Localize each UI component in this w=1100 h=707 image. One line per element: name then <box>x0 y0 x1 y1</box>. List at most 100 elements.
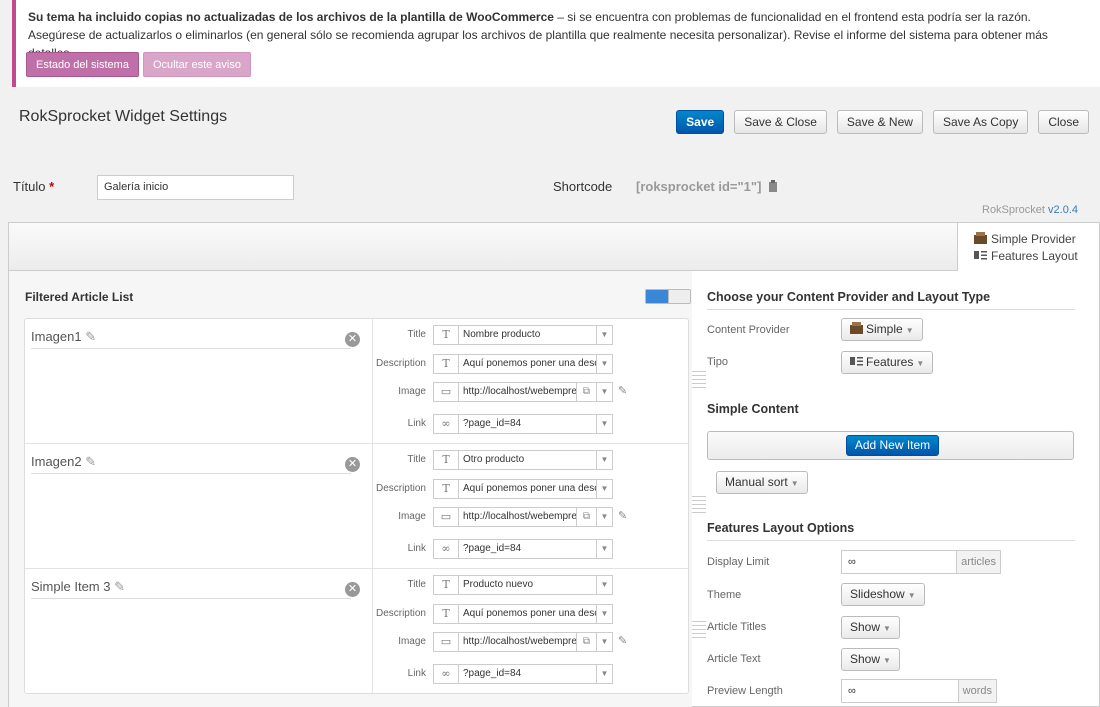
simple-provider-icon <box>974 232 987 244</box>
tipo-label: Tipo <box>707 356 728 368</box>
image-input[interactable]: ▭ http://localhost/webempres ⧉ ▼ <box>433 507 613 527</box>
link-input[interactable]: ∞ ?page_id=84 ▼ <box>433 664 613 684</box>
description-field: Description T Aquí ponemos poner una desc ▼ <box>373 479 683 499</box>
description-value[interactable]: Aquí ponemos poner una desc <box>459 605 596 623</box>
hide-notice-button[interactable]: Ocultar este aviso <box>142 52 251 77</box>
provider-summary: Simple Provider Features Layout <box>957 223 1099 271</box>
chevron-down-icon[interactable]: ▼ <box>596 355 612 373</box>
system-status-button[interactable]: Estado del sistema <box>26 52 139 77</box>
article-titles-select[interactable]: Show ▼ <box>841 616 900 639</box>
image-value[interactable]: http://localhost/webempres <box>459 508 576 526</box>
link-input[interactable]: ∞ ?page_id=84 ▼ <box>433 539 613 559</box>
description-input[interactable]: T Aquí ponemos poner una desc ▼ <box>433 604 613 624</box>
close-button[interactable]: Close <box>1038 110 1089 134</box>
item-name[interactable]: Imagen1 ✎ <box>31 329 96 345</box>
view-toggle-active[interactable] <box>646 290 669 303</box>
link-value[interactable]: ?page_id=84 <box>459 415 596 433</box>
chevron-down-icon[interactable]: ▼ <box>596 326 612 344</box>
pencil-icon[interactable]: ✎ <box>85 329 96 344</box>
title-input[interactable]: T Nombre producto ▼ <box>433 325 613 345</box>
title-value[interactable]: Otro producto <box>459 451 596 469</box>
settings-panel: Simple Provider Features Layout Filtered… <box>8 222 1100 707</box>
article-items: Imagen1 ✎ ✕ Title T Nombre producto ▼ Descr… <box>24 318 706 694</box>
edit-icon[interactable]: ✎ <box>618 384 627 397</box>
shortcode-text: [roksprocket id="1"] <box>636 179 762 194</box>
title-value[interactable]: Nombre producto <box>459 326 596 344</box>
image-field: Image ▭ http://localhost/webempres ⧉ ▼ ✎ <box>373 382 683 402</box>
edit-icon[interactable]: ✎ <box>618 634 627 647</box>
text-icon: T <box>434 480 459 498</box>
save-new-button[interactable]: Save & New <box>836 110 923 134</box>
remove-item-icon[interactable]: ✕ <box>345 457 360 472</box>
pencil-icon[interactable]: ✎ <box>85 454 96 469</box>
article-titles-label: Article Titles <box>707 621 767 633</box>
add-new-item-button[interactable]: Add New Item <box>846 435 939 456</box>
tipo-select[interactable]: Features ▼ <box>841 351 934 374</box>
remove-item-icon[interactable]: ✕ <box>345 582 360 597</box>
chevron-down-icon[interactable]: ▼ <box>596 480 612 498</box>
title-label: Title <box>407 454 426 465</box>
link-value[interactable]: ?page_id=84 <box>459 665 596 683</box>
chevron-down-icon[interactable]: ▼ <box>596 415 612 433</box>
drag-handle-icon[interactable] <box>692 621 706 641</box>
save-copy-button[interactable]: Save As Copy <box>932 110 1029 134</box>
title-input[interactable]: T Producto nuevo ▼ <box>433 575 613 595</box>
image-value[interactable]: http://localhost/webempres <box>459 383 576 401</box>
chevron-down-icon[interactable]: ▼ <box>596 605 612 623</box>
preview-length-input[interactable]: ∞ words <box>841 679 997 703</box>
save-button[interactable]: Save <box>676 110 725 134</box>
image-value[interactable]: http://localhost/webempres <box>459 633 576 651</box>
image-input[interactable]: ▭ http://localhost/webempres ⧉ ▼ <box>433 382 613 402</box>
chevron-down-icon[interactable]: ▼ <box>596 540 612 558</box>
manual-sort-select[interactable]: Manual sort ▼ <box>716 471 808 494</box>
clipboard-icon[interactable] <box>768 180 778 192</box>
display-limit-value[interactable]: ∞ <box>842 551 956 573</box>
media-picker-icon[interactable]: ⧉ <box>576 383 596 401</box>
item-name[interactable]: Imagen2 ✎ <box>31 454 96 470</box>
media-picker-icon[interactable]: ⧉ <box>576 633 596 651</box>
text-icon: T <box>434 451 459 469</box>
link-field: Link ∞ ?page_id=84 ▼ <box>373 664 683 684</box>
image-field: Image ▭ http://localhost/webempres ⧉ ▼ ✎ <box>373 507 683 527</box>
theme-select[interactable]: Slideshow ▼ <box>841 583 925 606</box>
description-input[interactable]: T Aquí ponemos poner una desc ▼ <box>433 354 613 374</box>
description-value[interactable]: Aquí ponemos poner una desc <box>459 480 596 498</box>
version-link[interactable]: v2.0.4 <box>1048 204 1078 216</box>
link-value[interactable]: ?page_id=84 <box>459 540 596 558</box>
display-limit-unit: articles <box>956 551 1000 573</box>
drag-handle-icon[interactable] <box>692 496 706 516</box>
image-label: Image <box>398 386 426 397</box>
features-layout-icon <box>974 251 987 260</box>
description-label: Description <box>375 483 426 494</box>
chevron-down-icon[interactable]: ▼ <box>596 665 612 683</box>
view-toggle[interactable] <box>645 289 691 304</box>
chevron-down-icon[interactable]: ▼ <box>596 633 612 651</box>
remove-item-icon[interactable]: ✕ <box>345 332 360 347</box>
link-input[interactable]: ∞ ?page_id=84 ▼ <box>433 414 613 434</box>
display-limit-input[interactable]: ∞ articles <box>841 550 1001 574</box>
chevron-down-icon[interactable]: ▼ <box>596 508 612 526</box>
edit-icon[interactable]: ✎ <box>618 509 627 522</box>
article-text-select[interactable]: Show ▼ <box>841 648 900 671</box>
provider-label: Simple Provider <box>991 232 1076 246</box>
pencil-icon[interactable]: ✎ <box>114 579 125 594</box>
title-input[interactable]: T Otro producto ▼ <box>433 450 613 470</box>
title-value[interactable]: Producto nuevo <box>459 576 596 594</box>
article-text-value: Show <box>850 652 881 666</box>
description-input[interactable]: T Aquí ponemos poner una desc ▼ <box>433 479 613 499</box>
item-name[interactable]: Simple Item 3 ✎ <box>31 579 125 595</box>
save-close-button[interactable]: Save & Close <box>734 110 827 134</box>
chevron-down-icon[interactable]: ▼ <box>596 451 612 469</box>
description-value[interactable]: Aquí ponemos poner una desc <box>459 355 596 373</box>
titulo-input[interactable]: Galería inicio <box>97 175 294 200</box>
image-input[interactable]: ▭ http://localhost/webempres ⧉ ▼ <box>433 632 613 652</box>
content-provider-select[interactable]: Simple ▼ <box>841 318 923 341</box>
link-icon: ∞ <box>434 665 459 683</box>
chevron-down-icon[interactable]: ▼ <box>596 576 612 594</box>
drag-handle-icon[interactable] <box>692 371 706 391</box>
media-picker-icon[interactable]: ⧉ <box>576 508 596 526</box>
preview-length-value[interactable]: ∞ <box>842 680 958 702</box>
chevron-down-icon: ▼ <box>907 591 916 600</box>
chevron-down-icon[interactable]: ▼ <box>596 383 612 401</box>
simple-content-box: Add New Item <box>707 431 1074 460</box>
